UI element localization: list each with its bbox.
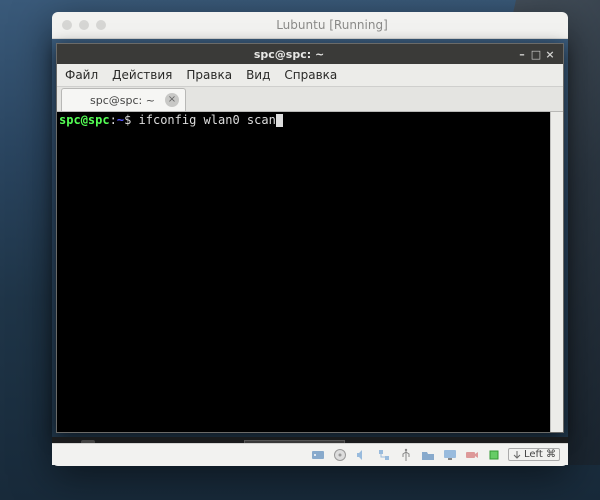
virtualbox-window: Lubuntu [Running] spc@spc: ~ – □ × Файл …	[52, 12, 568, 466]
network-icon	[377, 448, 391, 462]
traffic-close[interactable]	[62, 20, 72, 30]
traffic-minimize[interactable]	[79, 20, 89, 30]
disc-icon	[333, 448, 347, 462]
hdd-icon	[311, 448, 325, 462]
terminal-tabbar: spc@spc: ~ ×	[57, 87, 563, 112]
camera-icon	[465, 448, 479, 462]
vm-optical-indicator[interactable]	[332, 447, 348, 463]
vm-shared-folders-indicator[interactable]	[420, 447, 436, 463]
vm-audio-indicator[interactable]	[354, 447, 370, 463]
vm-window-title: Lubuntu [Running]	[106, 18, 558, 32]
terminal-command: ifconfig wlan0 scan	[139, 113, 276, 127]
terminal-window: spc@spc: ~ – □ × Файл Действия Правка Ви…	[56, 43, 564, 433]
monitor-icon	[443, 448, 457, 462]
menu-file[interactable]: Файл	[65, 68, 98, 82]
vm-recording-indicator[interactable]	[464, 447, 480, 463]
vm-display-indicator[interactable]	[442, 447, 458, 463]
vm-titlebar[interactable]: Lubuntu [Running]	[52, 12, 568, 39]
prompt-colon: :	[110, 113, 117, 127]
chip-icon	[487, 448, 501, 462]
prompt-dollar: $	[124, 113, 138, 127]
prompt-at: @	[81, 113, 88, 127]
tab-close-icon[interactable]: ×	[165, 93, 179, 107]
host-desktop: Lubuntu [Running] spc@spc: ~ – □ × Файл …	[0, 0, 600, 500]
vm-host-key-label: Left ⌘	[524, 449, 556, 460]
terminal-body: spc@spc:~$ ifconfig wlan0 scan	[57, 112, 563, 432]
menu-edit[interactable]: Правка	[186, 68, 232, 82]
terminal-menubar: Файл Действия Правка Вид Справка	[57, 64, 563, 87]
traffic-lights	[62, 20, 106, 30]
vm-status-bar: Left ⌘	[52, 443, 568, 465]
terminal-window-title: spc@spc: ~	[63, 48, 515, 61]
vm-usb-indicator[interactable]	[398, 447, 414, 463]
minimize-button[interactable]: –	[515, 48, 529, 61]
prompt-path: ~	[117, 113, 124, 127]
terminal-tab[interactable]: spc@spc: ~ ×	[61, 88, 186, 111]
maximize-button[interactable]: □	[529, 48, 543, 61]
terminal-screen[interactable]: spc@spc:~$ ifconfig wlan0 scan	[57, 112, 550, 432]
vm-network-indicator[interactable]	[376, 447, 392, 463]
terminal-titlebar[interactable]: spc@spc: ~ – □ ×	[57, 44, 563, 64]
vm-hdd-indicator[interactable]	[310, 447, 326, 463]
speaker-icon	[355, 448, 369, 462]
prompt-user: spc	[59, 113, 81, 127]
close-button[interactable]: ×	[543, 48, 557, 61]
menu-view[interactable]: Вид	[246, 68, 270, 82]
traffic-zoom[interactable]	[96, 20, 106, 30]
folder-icon	[421, 448, 435, 462]
menu-help[interactable]: Справка	[284, 68, 337, 82]
prompt-host: spc	[88, 113, 110, 127]
terminal-tab-label: spc@spc: ~	[90, 94, 155, 107]
menu-actions[interactable]: Действия	[112, 68, 172, 82]
terminal-cursor	[276, 114, 283, 127]
arrow-down-icon	[512, 450, 522, 460]
vm-guest-screen: spc@spc: ~ – □ × Файл Действия Правка Ви…	[52, 39, 568, 465]
vm-host-key-indicator[interactable]: Left ⌘	[508, 448, 560, 461]
terminal-scrollbar[interactable]	[550, 112, 563, 432]
usb-icon	[399, 448, 413, 462]
vm-cpu-indicator[interactable]	[486, 447, 502, 463]
